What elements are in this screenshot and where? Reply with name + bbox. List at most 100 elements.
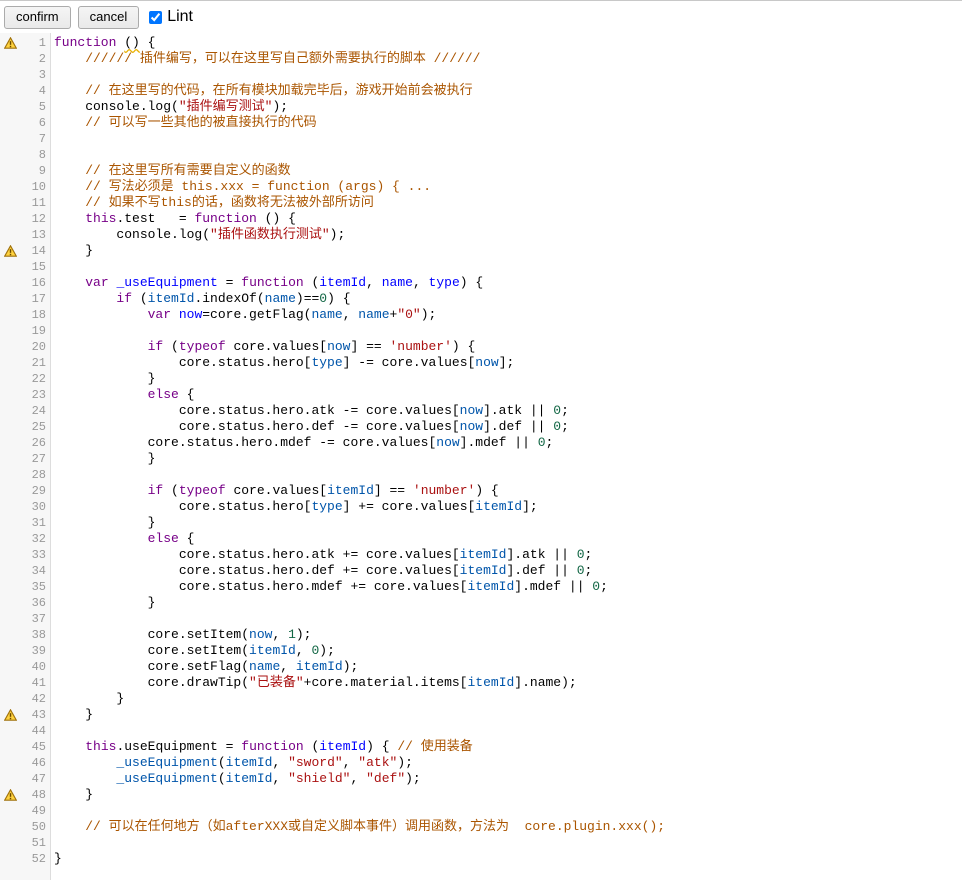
- code-row[interactable]: 16 var _useEquipment = function (itemId,…: [0, 275, 962, 291]
- code-row[interactable]: 12 this.test = function () {: [0, 211, 962, 227]
- code-row[interactable]: 41 core.drawTip("已装备"+core.material.item…: [0, 675, 962, 691]
- code-row[interactable]: 1function () {: [0, 35, 962, 51]
- code-line[interactable]: core.setFlag(name, itemId);: [50, 659, 358, 675]
- cancel-button[interactable]: cancel: [78, 6, 140, 29]
- code-row[interactable]: 35 core.status.hero.mdef += core.values[…: [0, 579, 962, 595]
- code-line[interactable]: else {: [50, 387, 194, 403]
- lint-warning-icon[interactable]: [0, 789, 17, 801]
- code-line[interactable]: [50, 723, 54, 739]
- code-row[interactable]: 17 if (itemId.indexOf(name)==0) {: [0, 291, 962, 307]
- code-row[interactable]: 5 console.log("插件编写测试");: [0, 99, 962, 115]
- code-line[interactable]: // 写法必须是 this.xxx = function (args) { ..…: [50, 179, 431, 195]
- code-row[interactable]: 24 core.status.hero.atk -= core.values[n…: [0, 403, 962, 419]
- code-row[interactable]: 14 }: [0, 243, 962, 259]
- code-row[interactable]: 51: [0, 835, 962, 851]
- code-row[interactable]: 42 }: [0, 691, 962, 707]
- code-line[interactable]: core.status.hero.atk += core.values[item…: [50, 547, 592, 563]
- code-line[interactable]: var _useEquipment = function (itemId, na…: [50, 275, 483, 291]
- code-row[interactable]: 28: [0, 467, 962, 483]
- code-line[interactable]: [50, 467, 54, 483]
- code-line[interactable]: }: [50, 595, 155, 611]
- code-row[interactable]: 25 core.status.hero.def -= core.values[n…: [0, 419, 962, 435]
- code-line[interactable]: console.log("插件函数执行测试");: [50, 227, 345, 243]
- code-row[interactable]: 44: [0, 723, 962, 739]
- code-line[interactable]: core.status.hero.def += core.values[item…: [50, 563, 592, 579]
- code-row[interactable]: 40 core.setFlag(name, itemId);: [0, 659, 962, 675]
- confirm-button[interactable]: confirm: [4, 6, 71, 29]
- code-line[interactable]: core.drawTip("已装备"+core.material.items[i…: [50, 675, 577, 691]
- code-line[interactable]: core.status.hero.atk -= core.values[now]…: [50, 403, 569, 419]
- code-line[interactable]: core.status.hero.def -= core.values[now]…: [50, 419, 569, 435]
- lint-warning-icon[interactable]: [0, 37, 17, 49]
- code-row[interactable]: 30 core.status.hero[type] += core.values…: [0, 499, 962, 515]
- lint-warning-icon[interactable]: [0, 709, 17, 721]
- code-line[interactable]: else {: [50, 531, 194, 547]
- code-row[interactable]: 21 core.status.hero[type] -= core.values…: [0, 355, 962, 371]
- code-line[interactable]: }: [50, 243, 93, 259]
- code-line[interactable]: }: [50, 371, 155, 387]
- code-row[interactable]: 7: [0, 131, 962, 147]
- code-line[interactable]: // 在这里写所有需要自定义的函数: [50, 163, 291, 179]
- code-row[interactable]: 18 var now=core.getFlag(name, name+"0");: [0, 307, 962, 323]
- code-line[interactable]: if (typeof core.values[now] == 'number')…: [50, 339, 475, 355]
- code-row[interactable]: 9 // 在这里写所有需要自定义的函数: [0, 163, 962, 179]
- code-row[interactable]: 38 core.setItem(now, 1);: [0, 627, 962, 643]
- code-row[interactable]: 46 _useEquipment(itemId, "sword", "atk")…: [0, 755, 962, 771]
- code-line[interactable]: [50, 835, 54, 851]
- code-line[interactable]: if (itemId.indexOf(name)==0) {: [50, 291, 351, 307]
- code-line[interactable]: // 可以在任何地方（如afterXXX或自定义脚本事件）调用函数，方法为 co…: [50, 819, 665, 835]
- code-row[interactable]: 48 }: [0, 787, 962, 803]
- code-line[interactable]: [50, 131, 54, 147]
- code-row[interactable]: 19: [0, 323, 962, 339]
- code-line[interactable]: if (typeof core.values[itemId] == 'numbe…: [50, 483, 499, 499]
- code-line[interactable]: [50, 803, 54, 819]
- code-line[interactable]: core.setItem(itemId, 0);: [50, 643, 335, 659]
- code-row[interactable]: 20 if (typeof core.values[now] == 'numbe…: [0, 339, 962, 355]
- code-row[interactable]: 13 console.log("插件函数执行测试");: [0, 227, 962, 243]
- code-row[interactable]: 15: [0, 259, 962, 275]
- lint-checkbox[interactable]: [149, 11, 162, 24]
- code-row[interactable]: 52}: [0, 851, 962, 867]
- code-line[interactable]: core.status.hero[type] += core.values[it…: [50, 499, 538, 515]
- code-line[interactable]: }: [50, 515, 155, 531]
- code-line[interactable]: }: [50, 851, 62, 867]
- code-line[interactable]: _useEquipment(itemId, "sword", "atk");: [50, 755, 413, 771]
- code-line[interactable]: core.status.hero.mdef += core.values[ite…: [50, 579, 608, 595]
- lint-warning-icon[interactable]: [0, 245, 17, 257]
- code-line[interactable]: this.useEquipment = function (itemId) { …: [50, 739, 473, 755]
- code-line[interactable]: [50, 67, 54, 83]
- code-row[interactable]: 4 // 在这里写的代码，在所有模块加载完毕后，游戏开始前会被执行: [0, 83, 962, 99]
- code-line[interactable]: ////// 插件编写，可以在这里写自己额外需要执行的脚本 //////: [50, 51, 480, 67]
- code-line[interactable]: core.setItem(now, 1);: [50, 627, 311, 643]
- code-row[interactable]: 27 }: [0, 451, 962, 467]
- code-row[interactable]: 49: [0, 803, 962, 819]
- code-row[interactable]: 39 core.setItem(itemId, 0);: [0, 643, 962, 659]
- code-line[interactable]: [50, 323, 54, 339]
- code-row[interactable]: 32 else {: [0, 531, 962, 547]
- code-line[interactable]: core.status.hero[type] -= core.values[no…: [50, 355, 514, 371]
- code-line[interactable]: [50, 147, 54, 163]
- code-row[interactable]: 11 // 如果不写this的话，函数将无法被外部所访问: [0, 195, 962, 211]
- code-row[interactable]: 33 core.status.hero.atk += core.values[i…: [0, 547, 962, 563]
- code-line[interactable]: [50, 611, 54, 627]
- code-line[interactable]: // 可以写一些其他的被直接执行的代码: [50, 115, 317, 131]
- code-row[interactable]: 34 core.status.hero.def += core.values[i…: [0, 563, 962, 579]
- code-line[interactable]: console.log("插件编写测试");: [50, 99, 288, 115]
- code-row[interactable]: 3: [0, 67, 962, 83]
- code-row[interactable]: 22 }: [0, 371, 962, 387]
- code-line[interactable]: // 在这里写的代码，在所有模块加载完毕后，游戏开始前会被执行: [50, 83, 473, 99]
- code-line[interactable]: var now=core.getFlag(name, name+"0");: [50, 307, 436, 323]
- code-line[interactable]: }: [50, 707, 93, 723]
- code-row[interactable]: 37: [0, 611, 962, 627]
- code-row[interactable]: 36 }: [0, 595, 962, 611]
- code-editor[interactable]: 1function () {2 ////// 插件编写，可以在这里写自己额外需要…: [0, 33, 962, 880]
- code-row[interactable]: 2 ////// 插件编写，可以在这里写自己额外需要执行的脚本 //////: [0, 51, 962, 67]
- code-row[interactable]: 31 }: [0, 515, 962, 531]
- code-line[interactable]: // 如果不写this的话，函数将无法被外部所访问: [50, 195, 374, 211]
- code-row[interactable]: 10 // 写法必须是 this.xxx = function (args) {…: [0, 179, 962, 195]
- code-row[interactable]: 26 core.status.hero.mdef -= core.values[…: [0, 435, 962, 451]
- code-line[interactable]: core.status.hero.mdef -= core.values[now…: [50, 435, 553, 451]
- code-line[interactable]: [50, 259, 54, 275]
- code-row[interactable]: 29 if (typeof core.values[itemId] == 'nu…: [0, 483, 962, 499]
- code-row[interactable]: 47 _useEquipment(itemId, "shield", "def"…: [0, 771, 962, 787]
